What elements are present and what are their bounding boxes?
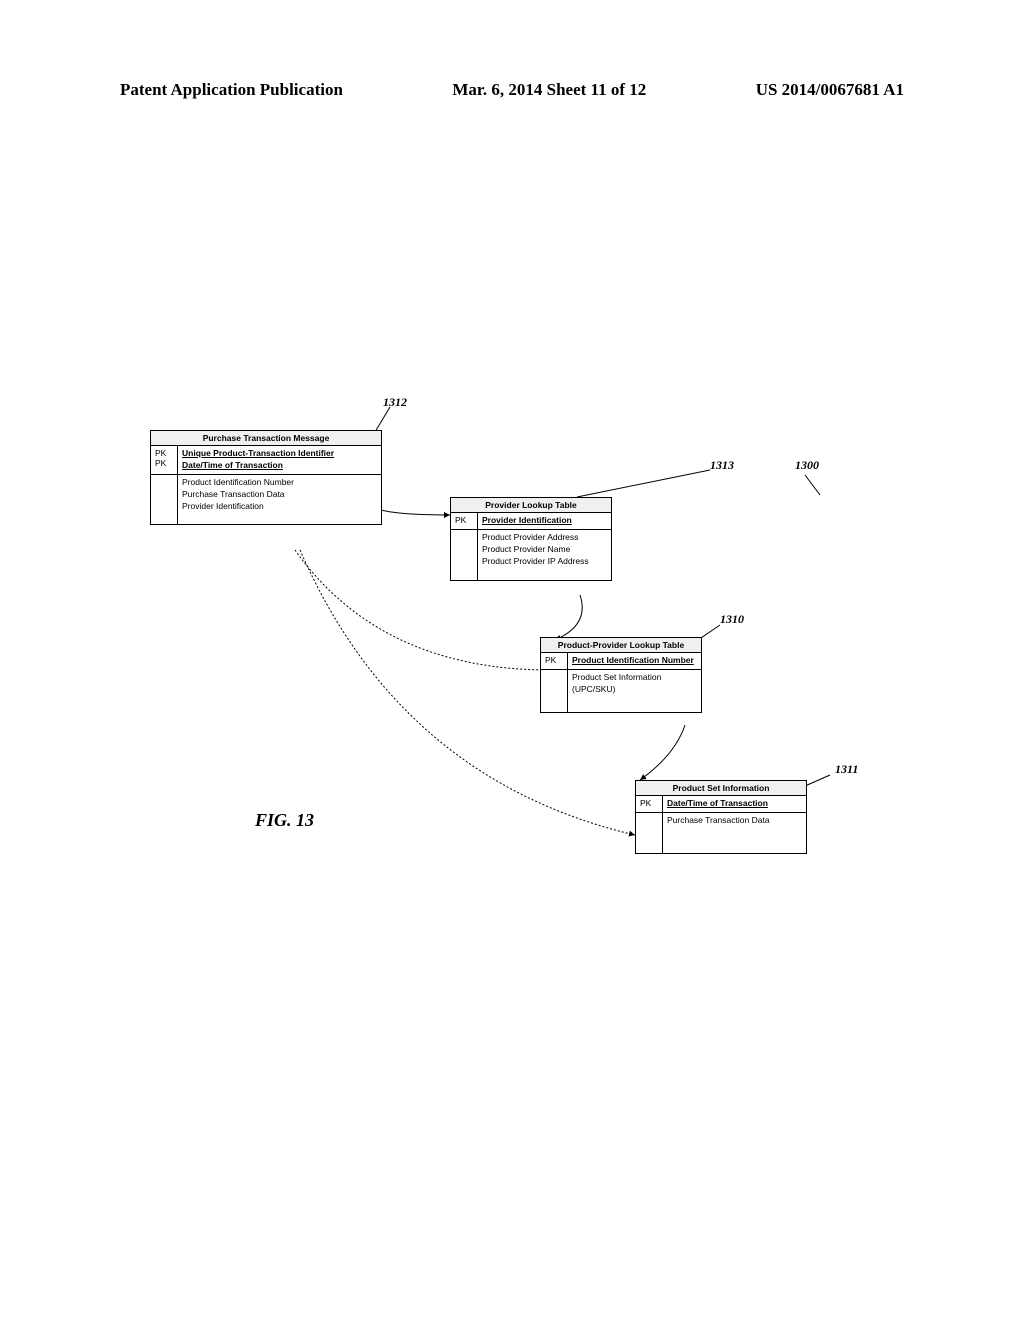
header-publication: Patent Application Publication (120, 80, 343, 100)
entity-attr: Purchase Transaction Data (182, 489, 377, 501)
entity-pk-label: PK (541, 653, 568, 669)
ref-1300: 1300 (795, 458, 819, 473)
header-patent-number: US 2014/0067681 A1 (756, 80, 904, 100)
ref-1312: 1312 (383, 395, 407, 410)
page-header: Patent Application Publication Mar. 6, 2… (0, 80, 1024, 100)
er-diagram: 1312 1313 1300 1310 1311 Purchase Transa… (140, 380, 880, 960)
entity-title: Provider Lookup Table (451, 498, 611, 513)
entity-pk-label: PK (636, 796, 663, 812)
entity-attr: Product Provider IP Address (482, 556, 607, 568)
ref-1310: 1310 (720, 612, 744, 627)
entity-attr: Provider Identification (182, 501, 377, 513)
entity-pk-label: PK PK (151, 446, 178, 474)
ref-1311: 1311 (835, 762, 858, 777)
figure-label: FIG. 13 (255, 810, 314, 831)
entity-pk-spacer (636, 813, 663, 853)
ref-1313: 1313 (710, 458, 734, 473)
entity-product-set-information: Product Set Information PK Date/Time of … (635, 780, 807, 854)
entity-attr: Product Set Information (UPC/SKU) (572, 672, 697, 696)
entity-key-field: Unique Product-Transaction Identifier (182, 448, 377, 460)
entity-provider-lookup-table: Provider Lookup Table PK Provider Identi… (450, 497, 612, 581)
entity-key-field: Provider Identification (482, 515, 607, 527)
entity-attr: Product Identification Number (182, 477, 377, 489)
entity-pk-spacer (541, 670, 568, 712)
entity-attr: Product Provider Address (482, 532, 607, 544)
entity-key-field: Date/Time of Transaction (667, 798, 802, 810)
entity-title: Product Set Information (636, 781, 806, 796)
entity-attr: Purchase Transaction Data (667, 815, 802, 827)
entity-product-provider-lookup-table: Product-Provider Lookup Table PK Product… (540, 637, 702, 713)
entity-attr: Product Provider Name (482, 544, 607, 556)
entity-title: Product-Provider Lookup Table (541, 638, 701, 653)
entity-purchase-transaction-message: Purchase Transaction Message PK PK Uniqu… (150, 430, 382, 525)
entity-pk-spacer (451, 530, 478, 580)
entity-key-field: Date/Time of Transaction (182, 460, 377, 472)
entity-title: Purchase Transaction Message (151, 431, 381, 446)
entity-key-field: Product Identification Number (572, 655, 697, 667)
entity-pk-label: PK (451, 513, 478, 529)
header-date-sheet: Mar. 6, 2014 Sheet 11 of 12 (452, 80, 646, 100)
entity-pk-spacer (151, 475, 178, 525)
